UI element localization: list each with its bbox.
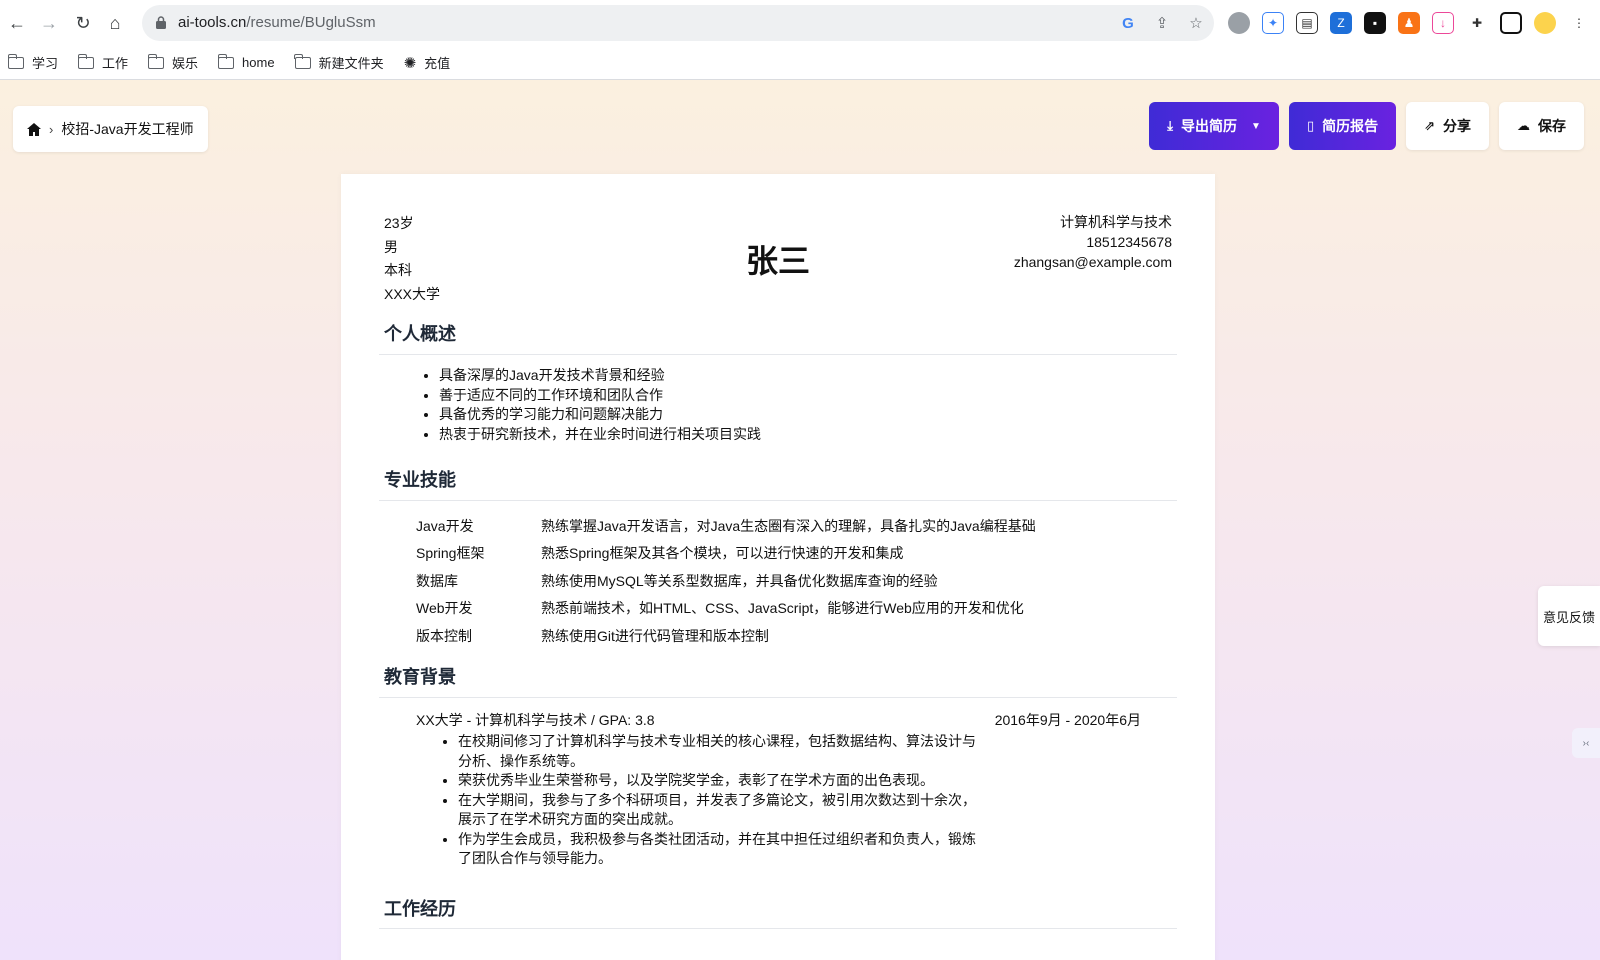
forward-icon[interactable]: → xyxy=(38,12,60,34)
export-resume-button[interactable]: ⤓ 导出简历 ▼ xyxy=(1149,102,1279,150)
lock-icon xyxy=(156,16,166,29)
chevron-right-icon: › xyxy=(49,121,54,137)
education-heading: XX大学 - 计算机科学与技术 / GPA: 3.8 xyxy=(416,712,655,728)
skill-row: Java开发 熟练掌握Java开发语言，对Java生态圈有深入的理解，具备扎实的J… xyxy=(416,517,1036,534)
feedback-button[interactable]: 意见反馈 xyxy=(1538,586,1600,646)
school: XXX大学 xyxy=(384,285,441,302)
reload-icon[interactable]: ↻ xyxy=(72,12,94,34)
page-content: › 校招-Java开发工程师 ⤓ 导出简历 ▼ ▯ 简历报告 ⇗ 分享 ☁ 保存… xyxy=(0,80,1600,960)
share-page-icon[interactable]: ⇪ xyxy=(1152,13,1172,33)
bookmark-folder[interactable]: 新建文件夹 xyxy=(294,53,384,72)
extension-icon[interactable]: ▤ xyxy=(1296,12,1318,34)
section-title-skills: 专业技能 xyxy=(384,470,456,490)
extension-icon[interactable]: ✦ xyxy=(1262,12,1284,34)
action-toolbar: ⤓ 导出简历 ▼ ▯ 简历报告 ⇗ 分享 ☁ 保存 xyxy=(1149,102,1584,150)
folder-icon xyxy=(294,53,311,69)
divider xyxy=(379,500,1177,501)
resume-report-button[interactable]: ▯ 简历报告 xyxy=(1288,102,1397,150)
list-item: 在大学期间，我参与了多个科研项目，并发表了多篇论文，被引用次数达到十余次，展示了… xyxy=(458,791,982,830)
contact-info: 计算机科学与技术 18512345678 zhangsan@example.co… xyxy=(1014,212,1172,272)
folder-icon xyxy=(217,53,235,69)
star-icon[interactable]: ☆ xyxy=(1186,13,1206,33)
skill-row: 数据库 熟练使用MySQL等关系型数据库，并具备优化数据库查询的经验 xyxy=(416,572,938,589)
summary-list: 具备深厚的Java开发技术背景和经验 善于适应不同的工作环境和团队合作 具备优秀… xyxy=(439,366,761,444)
openai-icon: ✺ xyxy=(403,54,417,72)
bookmarks-bar: 学习 工作 娱乐 home 新建文件夹 ✺ 充值 xyxy=(0,46,1600,80)
save-button[interactable]: ☁ 保存 xyxy=(1499,102,1584,150)
skill-row: Spring框架 熟悉Spring框架及其各个模块，可以进行快速的开发和集成 xyxy=(416,545,904,562)
education-entry: XX大学 - 计算机科学与技术 / GPA: 3.8 2016年9月 - 202… xyxy=(416,710,1141,730)
folder-icon xyxy=(7,53,24,69)
extension-icon[interactable]: ♟ xyxy=(1398,12,1420,34)
cloud-icon: ☁ xyxy=(1517,118,1530,133)
education-period: 2016年9月 - 2020年6月 xyxy=(994,712,1141,728)
bookmark-folder[interactable]: 娱乐 xyxy=(147,53,198,72)
puzzle-icon[interactable]: ✚ xyxy=(1466,12,1488,34)
divider xyxy=(379,354,1177,355)
caret-down-icon: ▼ xyxy=(1251,120,1261,132)
list-item: 具备深厚的Java开发技术背景和经验 xyxy=(439,366,761,386)
extension-icon[interactable]: ▪ xyxy=(1364,12,1386,34)
section-title-education: 教育背景 xyxy=(384,667,456,687)
browser-toolbar: ← → ↻ ⌂ ai-tools.cn/resume/BUgluSsm G ⇪ … xyxy=(0,0,1600,46)
list-item: 荣获优秀毕业生荣誉称号，以及学院奖学金，表彰了在学术方面的出色表现。 xyxy=(458,771,982,791)
bookmark-folder[interactable]: 工作 xyxy=(77,53,128,72)
divider xyxy=(379,697,1177,698)
extension-icon[interactable]: ↓ xyxy=(1432,12,1454,34)
age: 23岁 xyxy=(384,215,414,231)
skills-table: Java开发 熟练掌握Java开发语言，对Java生态圈有深入的理解，具备扎实的J… xyxy=(416,512,1036,650)
home-icon[interactable]: ⌂ xyxy=(104,12,126,34)
share-icon: ⇗ xyxy=(1424,118,1435,133)
list-item: 善于适应不同的工作环境和团队合作 xyxy=(439,386,761,406)
google-icon[interactable]: G xyxy=(1118,13,1138,33)
address-bar[interactable]: ai-tools.cn/resume/BUgluSsm G ⇪ ☆ xyxy=(142,5,1214,41)
list-item: 在校期间修习了计算机科学与技术专业相关的核心课程，包括数据结构、算法设计与分析、… xyxy=(458,732,982,771)
clipboard-icon: ▯ xyxy=(1306,118,1315,133)
section-title-work: 工作经历 xyxy=(384,899,456,919)
list-item: 具备优秀的学习能力和问题解决能力 xyxy=(439,405,761,425)
section-title-summary: 个人概述 xyxy=(384,324,456,344)
download-icon: ⤓ xyxy=(1167,118,1174,133)
sidebar-icon[interactable] xyxy=(1500,12,1522,34)
folder-icon xyxy=(77,53,95,69)
skill-row: Web开发 熟悉前端技术，如HTML、CSS、JavaScript，能够进行Web… xyxy=(416,600,1024,617)
education-list: 在校期间修习了计算机科学与技术专业相关的核心课程，包括数据结构、算法设计与分析、… xyxy=(458,732,982,869)
divider xyxy=(379,928,1177,929)
bookmark-link[interactable]: ✺ 充值 xyxy=(404,53,451,72)
bookmark-folder[interactable]: home xyxy=(217,53,275,70)
extension-icon[interactable] xyxy=(1228,12,1250,34)
breadcrumb: › 校招-Java开发工程师 xyxy=(13,106,208,152)
phone: 18512345678 xyxy=(1086,234,1172,250)
major: 计算机科学与技术 xyxy=(1060,214,1172,230)
email: zhangsan@example.com xyxy=(1013,254,1172,270)
menu-icon[interactable]: ⋮ xyxy=(1568,12,1590,34)
back-icon[interactable]: ← xyxy=(6,12,28,34)
share-button[interactable]: ⇗ 分享 xyxy=(1406,102,1489,150)
list-item: 热衷于研究新技术，并在业余时间进行相关项目实践 xyxy=(439,425,761,445)
url-text: ai-tools.cn/resume/BUgluSsm xyxy=(178,14,376,31)
home-icon[interactable] xyxy=(27,122,41,136)
resume-paper: 23岁 男 本科 XXX大学 张三 计算机科学与技术 18512345678 z… xyxy=(341,174,1215,960)
folder-icon xyxy=(147,53,165,69)
bookmark-folder[interactable]: 学习 xyxy=(7,53,58,72)
extension-icon[interactable]: Z xyxy=(1330,12,1352,34)
avatar[interactable] xyxy=(1534,12,1556,34)
breadcrumb-title: 校招-Java开发工程师 xyxy=(61,121,194,137)
list-item: 作为学生会成员，我积极参与各类社团活动，并在其中担任过组织者和负责人，锻炼了团队… xyxy=(458,830,982,869)
side-panel-toggle-icon[interactable]: ›‹ xyxy=(1572,728,1600,758)
skill-row: 版本控制 熟练使用Git进行代码管理和版本控制 xyxy=(416,627,769,644)
